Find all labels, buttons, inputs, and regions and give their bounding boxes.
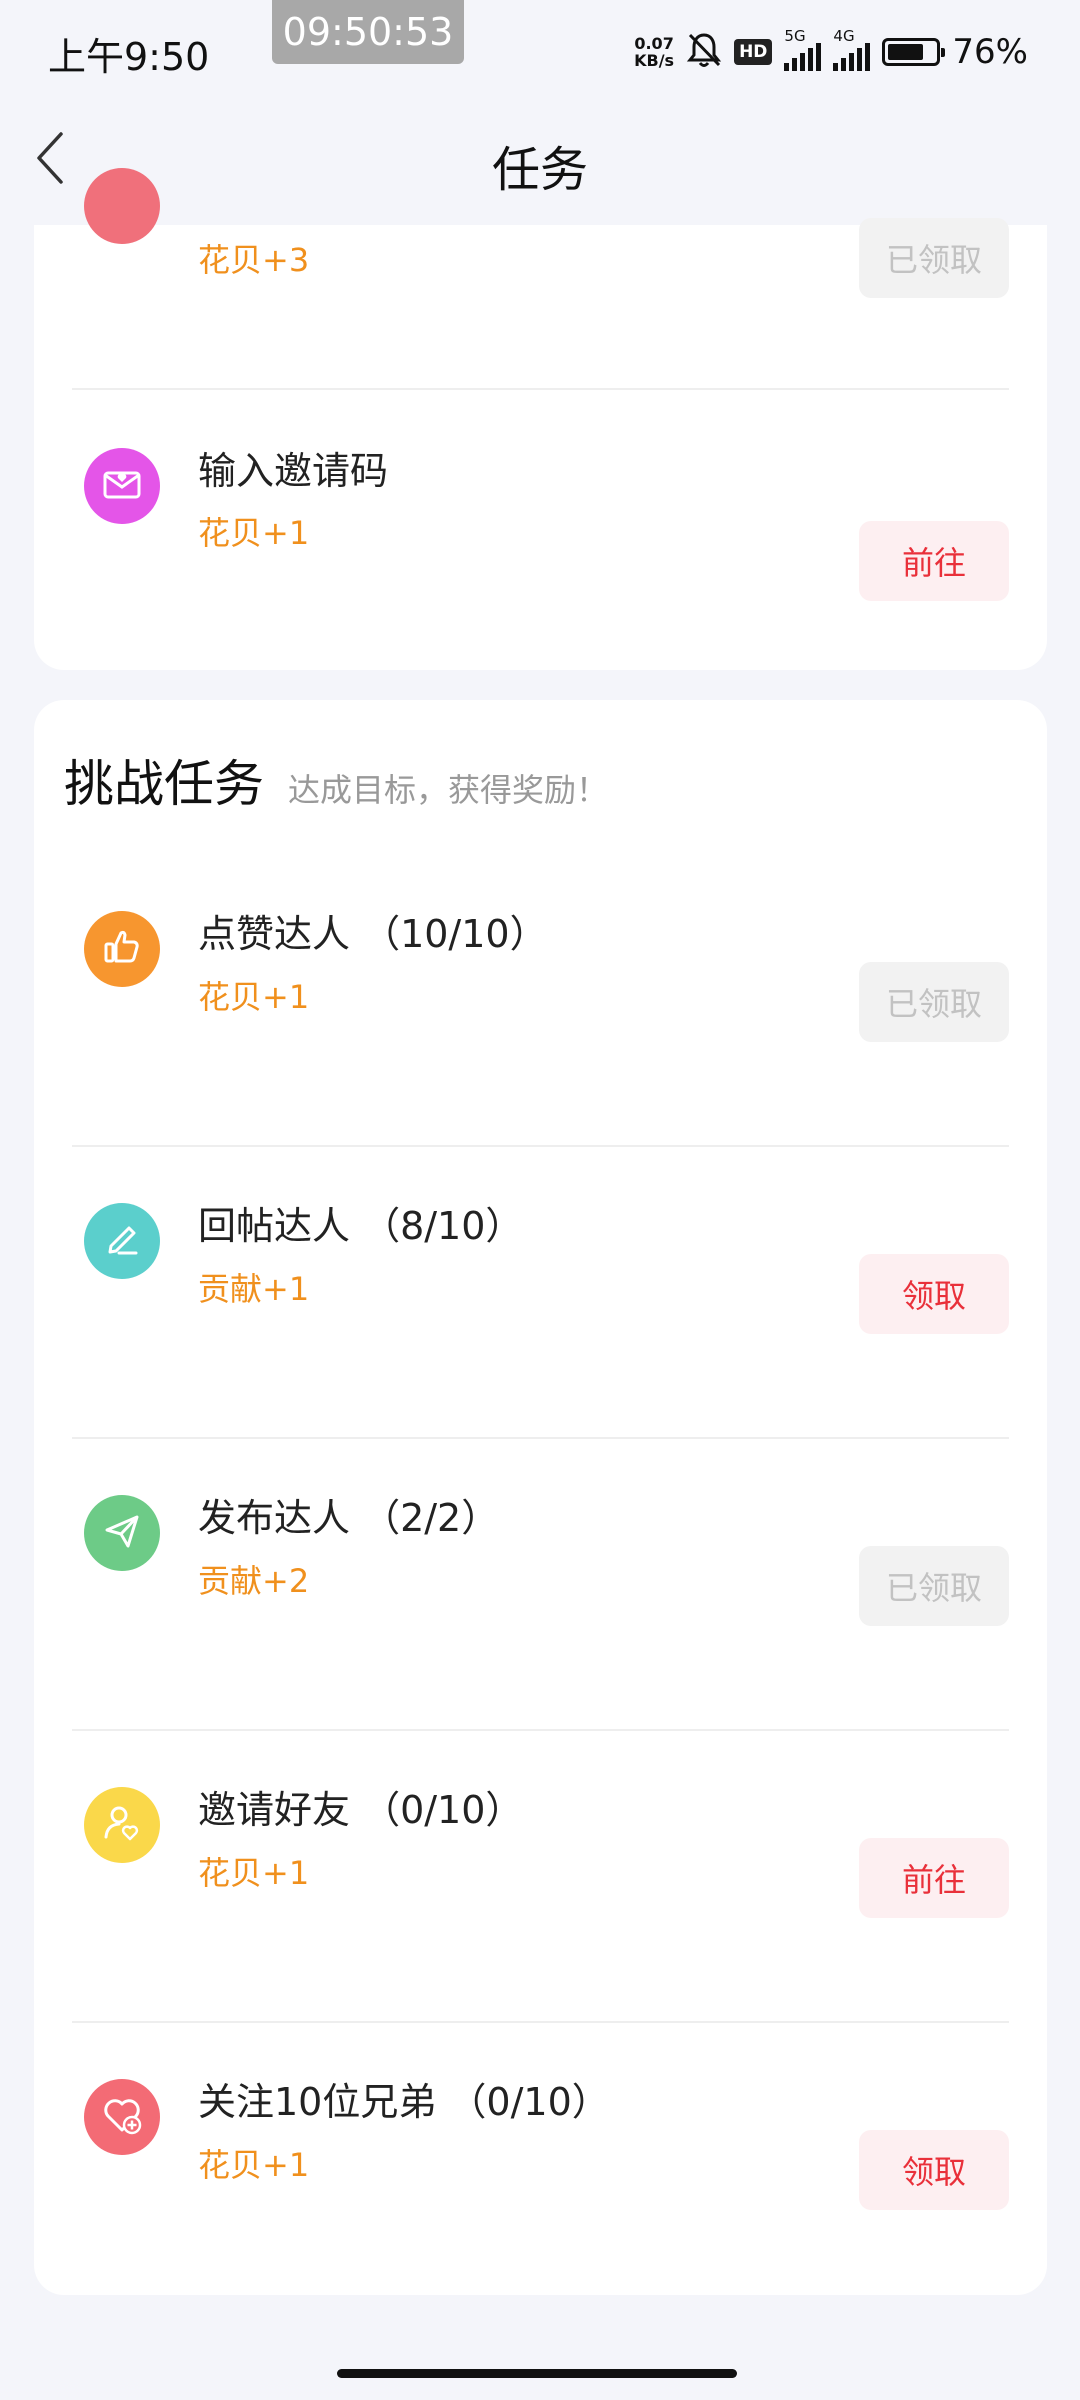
signal-5g-label: 5G xyxy=(784,27,806,45)
signal-4g-icon: 4G xyxy=(833,27,871,71)
daily-tasks-card: 花贝+3 已领取 输入邀请码 花贝+1 前往 xyxy=(34,168,1047,670)
heart-plus-icon xyxy=(99,2092,145,2142)
task-name: 点赞达人 （10/10） xyxy=(198,912,548,956)
section-header: 挑战任务 达成目标，获得奖励！ xyxy=(64,744,608,816)
section-subtitle: 达成目标，获得奖励！ xyxy=(288,771,609,809)
claimed-button[interactable]: 已领取 xyxy=(859,218,1009,298)
task-name: 发布达人 （2/2） xyxy=(198,1496,500,1540)
task-row: 花贝+3 已领取 xyxy=(34,118,1047,410)
network-speed: 0.07 KB/s xyxy=(634,35,674,69)
task-name: 邀请好友 （0/10） xyxy=(198,1788,524,1832)
task-reward: 贡献+2 xyxy=(198,1562,310,1600)
task-reward: 贡献+1 xyxy=(198,1270,310,1308)
task-icon xyxy=(84,911,160,987)
challenge-tasks-card: 挑战任务 达成目标，获得奖励！ 点赞达人 （10/10） 花贝+1 已领取 回帖… xyxy=(34,700,1047,2295)
status-bar: 上午9:50 09:50:53 0.07 KB/s HD 5G 4G 76% xyxy=(0,0,1080,100)
go-button[interactable]: 前往 xyxy=(859,1838,1009,1918)
go-button[interactable]: 前往 xyxy=(859,521,1009,601)
claimed-button[interactable]: 已领取 xyxy=(859,962,1009,1042)
home-indicator[interactable] xyxy=(337,2369,737,2378)
claim-button[interactable]: 领取 xyxy=(859,1254,1009,1334)
task-reward: 花贝+1 xyxy=(198,1854,310,1892)
task-icon xyxy=(84,1787,160,1863)
network-speed-unit: KB/s xyxy=(634,51,675,70)
task-icon xyxy=(84,1495,160,1571)
signal-5g-icon: 5G xyxy=(784,27,822,71)
task-name: 输入邀请码 xyxy=(198,449,389,493)
paper-plane-icon xyxy=(99,1508,145,1558)
task-icon xyxy=(84,2079,160,2155)
battery-icon xyxy=(882,38,946,66)
task-icon xyxy=(84,1203,160,1279)
battery-percent: 76% xyxy=(952,32,1028,72)
task-reward: 花贝+1 xyxy=(198,514,310,552)
task-row: 邀请好友 （0/10） 花贝+1 前往 xyxy=(34,1731,1047,2023)
task-name: 关注10位兄弟 （0/10） xyxy=(198,2080,610,2124)
screen-recording-clock: 09:50:53 xyxy=(272,0,464,64)
task-reward: 花贝+1 xyxy=(198,2146,310,2184)
hd-voice-badge: HD xyxy=(734,39,773,65)
claim-button[interactable]: 领取 xyxy=(859,2130,1009,2210)
claimed-button[interactable]: 已领取 xyxy=(859,1546,1009,1626)
user-heart-icon xyxy=(99,1800,145,1850)
task-reward: 花贝+1 xyxy=(198,978,310,1016)
task-row: 回帖达人 （8/10） 贡献+1 领取 xyxy=(34,1147,1047,1439)
status-icons: 0.07 KB/s HD 5G 4G 76% xyxy=(634,27,1028,76)
task-name: 回帖达人 （8/10） xyxy=(198,1204,524,1248)
pen-icon xyxy=(99,1216,145,1266)
task-icon xyxy=(84,168,160,244)
network-speed-value: 0.07 xyxy=(634,34,674,53)
task-row: 输入邀请码 花贝+1 前往 xyxy=(34,398,1047,690)
status-time: 上午9:50 xyxy=(48,35,210,79)
task-row: 点赞达人 （10/10） 花贝+1 已领取 xyxy=(34,855,1047,1147)
bell-muted-icon xyxy=(686,31,722,73)
thumbs-up-icon xyxy=(99,924,145,974)
envelope-heart-icon xyxy=(99,461,145,511)
task-icon xyxy=(84,448,160,524)
divider xyxy=(72,388,1009,390)
section-title: 挑战任务 xyxy=(64,755,264,813)
task-row: 关注10位兄弟 （0/10） 花贝+1 领取 xyxy=(34,2023,1047,2315)
task-row: 发布达人 （2/2） 贡献+2 已领取 xyxy=(34,1439,1047,1731)
signal-4g-label: 4G xyxy=(833,27,855,45)
task-reward: 花贝+3 xyxy=(198,241,310,279)
